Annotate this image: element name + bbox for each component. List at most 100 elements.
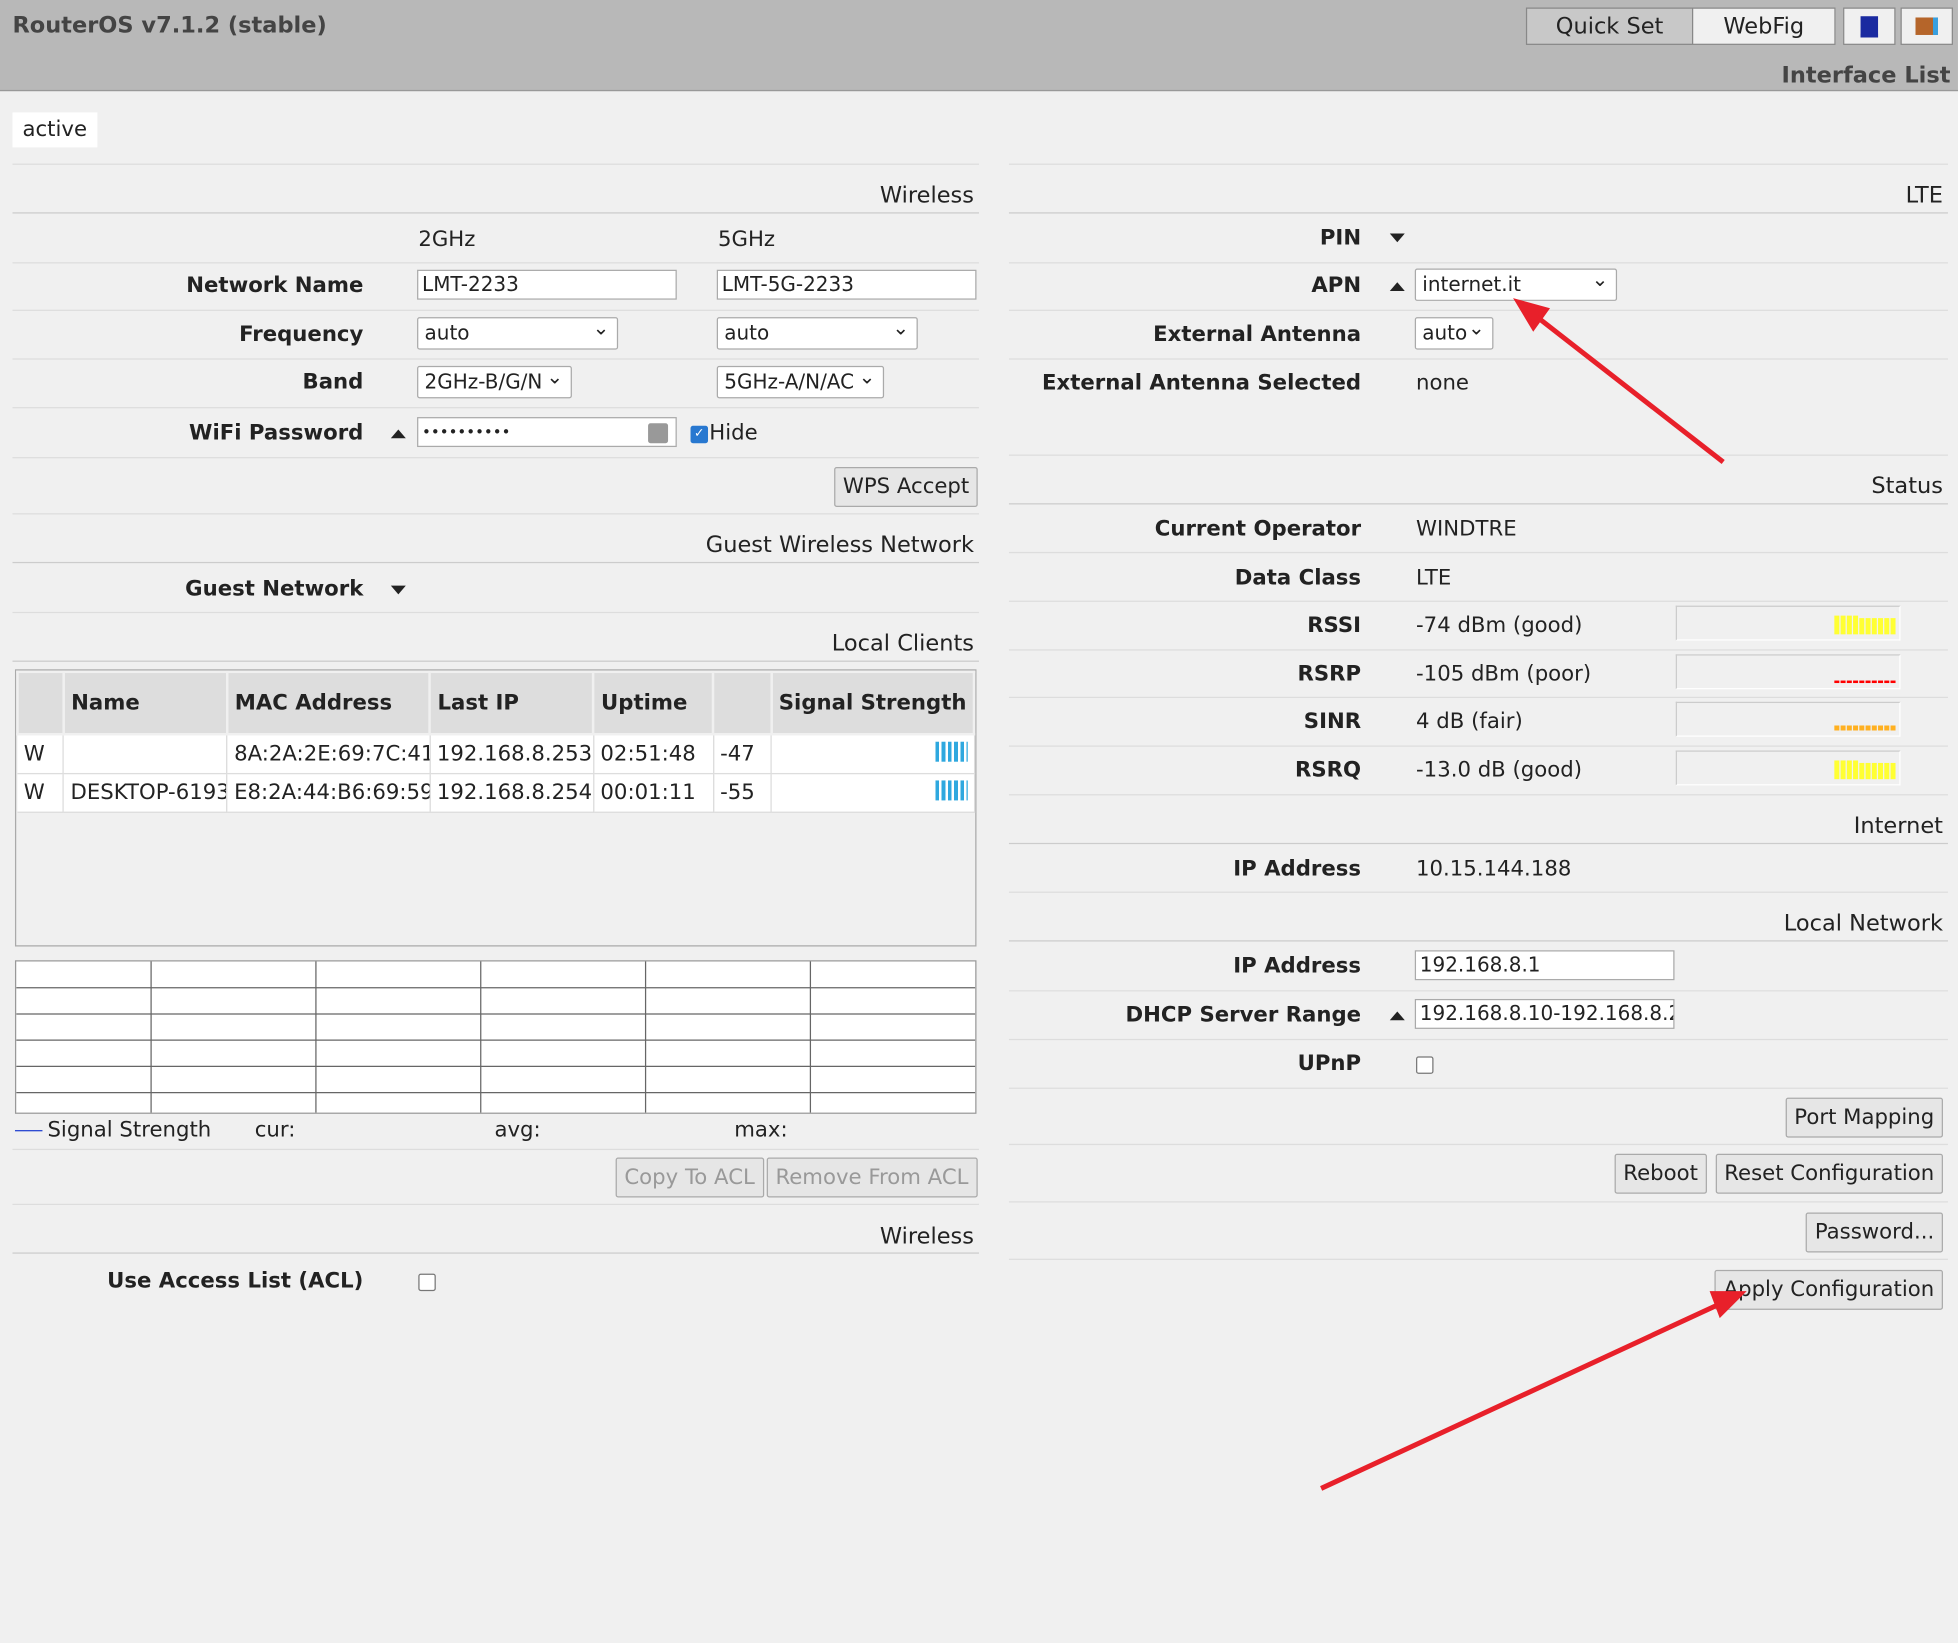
table-row[interactable]: W DESKTOP-6193 E8:2A:44:B6:69:59 192.168…	[17, 773, 975, 813]
status-label: Current Operator	[1154, 516, 1362, 542]
external-antenna-select[interactable]: auto	[1414, 313, 1494, 350]
status-value: -74 dBm (good)	[1416, 613, 1583, 639]
frequency-label: Frequency	[239, 322, 364, 348]
remove-from-acl-button[interactable]: Remove From ACL	[766, 1157, 978, 1198]
external-antenna-label: External Antenna	[1153, 322, 1362, 348]
cell-signal: -55	[713, 773, 772, 813]
signal-level-bars	[1834, 711, 1896, 731]
signal-level-bars	[1834, 663, 1896, 683]
collapse-dhcp-icon[interactable]	[1389, 1011, 1405, 1021]
section-local-clients: Local Clients	[831, 630, 974, 657]
signal-level-bars	[1834, 759, 1896, 780]
password-button[interactable]: Password...	[1806, 1212, 1943, 1253]
external-antenna-selected-value: none	[1416, 370, 1469, 396]
hide-checkbox[interactable]: ✓	[690, 425, 709, 444]
collapse-arrow-icon[interactable]	[390, 429, 406, 439]
legend-avg: avg:	[494, 1117, 541, 1143]
section-lte: LTE	[1905, 182, 1943, 209]
signal-bars-icon	[934, 779, 968, 800]
cell-name	[63, 734, 228, 775]
status-label: Data Class	[1234, 565, 1362, 591]
section-guest-wireless: Guest Wireless Network	[705, 531, 974, 559]
cell-type: W	[17, 773, 65, 813]
col-signal[interactable]	[711, 670, 773, 736]
cell-signal: -47	[713, 734, 772, 775]
external-antenna-selected-label: External Antenna Selected	[1042, 370, 1362, 396]
cell-ip: 192.168.8.254	[429, 773, 595, 813]
col-uptime[interactable]: Uptime	[592, 670, 715, 736]
upnp-checkbox[interactable]	[1416, 1056, 1434, 1074]
band-5g-select[interactable]: 5GHz-A/N/AC	[716, 362, 885, 399]
cell-signal-bars	[771, 734, 975, 775]
frequency-2g-select[interactable]: auto	[417, 313, 619, 350]
status-label: RSRQ	[1295, 757, 1362, 783]
lan-ip-label: IP Address	[1233, 954, 1362, 979]
app-title: RouterOS v7.1.2 (stable)	[12, 12, 327, 39]
wifi-password-input[interactable]: ••••••••••	[417, 417, 677, 448]
collapse-apn-icon[interactable]	[1389, 282, 1405, 291]
interface-list-link[interactable]: Interface List	[1782, 62, 1951, 88]
section-local-network: Local Network	[1783, 910, 1943, 937]
copy-to-acl-button[interactable]: Copy To ACL	[615, 1157, 764, 1198]
col-name[interactable]: Name	[62, 670, 229, 736]
expand-pin-icon[interactable]	[1389, 233, 1405, 243]
network-name-5g-input[interactable]: LMT-5G-2233	[716, 269, 977, 300]
upnp-label: UPnP	[1297, 1051, 1362, 1077]
col-mac[interactable]: MAC Address	[225, 670, 432, 736]
col-type[interactable]	[16, 670, 65, 736]
quick-set-button[interactable]: Quick Set	[1525, 7, 1694, 45]
cell-mac: 8A:2A:2E:69:7C:41	[227, 734, 431, 775]
hide-label: Hide	[709, 420, 758, 446]
lan-ip-input[interactable]: 192.168.8.1	[1414, 950, 1675, 981]
wps-accept-button[interactable]: WPS Accept	[834, 467, 978, 507]
status-value: LTE	[1416, 565, 1452, 591]
signal-level-bars	[1834, 615, 1896, 635]
status-value: -105 dBm (poor)	[1416, 661, 1592, 687]
dhcp-range-input[interactable]: 192.168.8.10-192.168.8.254	[1414, 998, 1675, 1029]
terminal-help-icon[interactable]	[1843, 7, 1896, 45]
signal-graph	[1675, 702, 1901, 738]
section-internet: Internet	[1853, 812, 1943, 840]
status-label: RSRP	[1297, 661, 1362, 687]
port-mapping-button[interactable]: Port Mapping	[1785, 1097, 1943, 1138]
expand-arrow-icon[interactable]	[390, 585, 406, 595]
status-value: 4 dB (fair)	[1416, 709, 1523, 735]
webfig-button[interactable]: WebFig	[1691, 7, 1836, 45]
reset-configuration-button[interactable]: Reset Configuration	[1715, 1153, 1943, 1194]
apn-select[interactable]: internet.it	[1414, 265, 1618, 301]
arrow-to-apn	[1529, 310, 1725, 464]
use-acl-checkbox[interactable]	[418, 1273, 436, 1292]
legend-cur: cur:	[254, 1117, 296, 1143]
col-signal-strength[interactable]: Signal Strength	[770, 670, 976, 736]
logout-icon[interactable]	[1900, 7, 1953, 45]
apply-configuration-button[interactable]: Apply Configuration	[1714, 1269, 1943, 1310]
section-acl-wireless: Wireless	[879, 1223, 974, 1250]
col-last-ip[interactable]: Last IP	[428, 670, 595, 736]
status-label: SINR	[1303, 709, 1362, 735]
section-wireless: Wireless	[879, 182, 974, 209]
legend-line-icon	[14, 1130, 43, 1132]
cell-name: DESKTOP-6193	[63, 773, 228, 813]
status-value: -13.0 dB (good)	[1416, 757, 1582, 783]
cell-uptime: 00:01:11	[593, 773, 714, 813]
frequency-5g-select[interactable]: auto	[716, 313, 918, 350]
internet-ip-value: 10.15.144.188	[1416, 856, 1572, 882]
internet-ip-label: IP Address	[1233, 856, 1362, 882]
arrow-head-icon	[1513, 298, 1551, 332]
password-generator-icon[interactable]	[648, 423, 669, 444]
table-row[interactable]: W 8A:2A:2E:69:7C:41 192.168.8.253 02:51:…	[17, 734, 975, 775]
cell-uptime: 02:51:48	[593, 734, 714, 775]
network-name-2g-input[interactable]: LMT-2233	[417, 269, 677, 300]
quickset-page: RouterOS v7.1.2 (stable) Quick Set WebFi…	[0, 0, 1958, 1643]
header-bar: RouterOS v7.1.2 (stable) Quick Set WebFi…	[0, 0, 1958, 92]
signal-graph	[1675, 654, 1901, 690]
cell-signal-bars	[771, 773, 975, 813]
signal-bars-icon	[934, 741, 968, 762]
reboot-button[interactable]: Reboot	[1614, 1153, 1707, 1194]
cell-type: W	[17, 734, 65, 775]
band-2g-select[interactable]: 2GHz-B/G/N	[417, 362, 572, 399]
clients-table: Name MAC Address Last IP Uptime Signal S…	[14, 669, 977, 947]
col-5ghz: 5GHz	[718, 227, 776, 253]
wifi-password-label: WiFi Password	[189, 420, 364, 446]
mode-tab-active[interactable]: active	[12, 112, 98, 148]
